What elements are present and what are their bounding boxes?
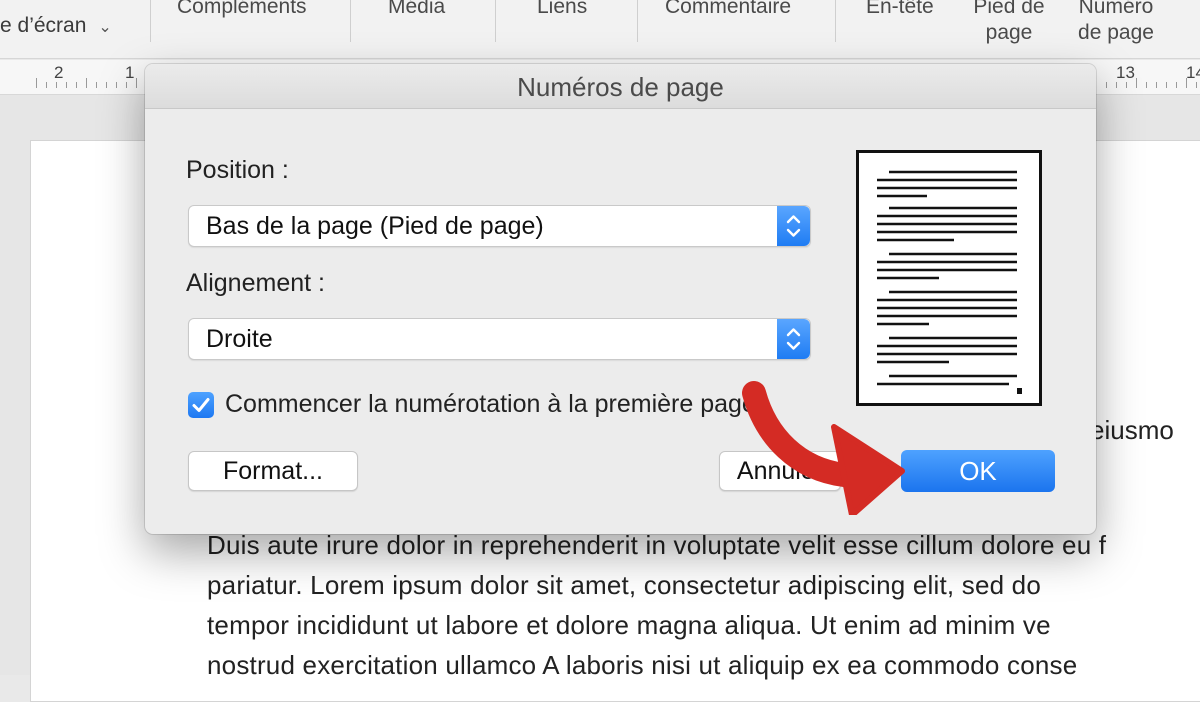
ruler-tick bbox=[96, 82, 97, 88]
dialog-title: Numéros de page bbox=[145, 64, 1096, 109]
ribbon-separator bbox=[835, 0, 836, 42]
ruler-tick bbox=[76, 82, 77, 88]
ruler-label: 14 bbox=[1186, 63, 1200, 82]
ribbon-item-links[interactable]: Liens bbox=[537, 0, 587, 20]
ribbon-separator bbox=[350, 0, 351, 42]
ribbon-item-footer[interactable]: Pied de page bbox=[964, 0, 1054, 46]
ruler-label: 2 bbox=[54, 63, 64, 82]
ruler-tick bbox=[1106, 82, 1107, 88]
position-select[interactable]: Bas de la page (Pied de page) bbox=[188, 205, 811, 247]
ruler-tick bbox=[1126, 82, 1127, 88]
ruler-tick bbox=[1156, 82, 1157, 88]
position-label: Position : bbox=[186, 156, 289, 184]
start-first-page-checkbox[interactable] bbox=[188, 392, 214, 418]
ruler-tick bbox=[106, 82, 107, 88]
page-preview-lines bbox=[877, 170, 1022, 394]
ribbon-item-complements[interactable]: Compléments bbox=[177, 0, 307, 20]
page-numbers-dialog: Numéros de page Position : Bas de la pag… bbox=[145, 64, 1096, 534]
ribbon-separator bbox=[150, 0, 151, 42]
ribbon-separator bbox=[495, 0, 496, 42]
ruler-tick bbox=[66, 82, 67, 88]
ruler-tick bbox=[1196, 82, 1197, 88]
ribbon-item-screenshot-label: e d’écran bbox=[0, 14, 87, 37]
ribbon-item-header[interactable]: En-tête bbox=[866, 0, 934, 20]
stepper-icon[interactable] bbox=[777, 206, 810, 246]
ruler-tick bbox=[36, 78, 37, 88]
ribbon-item-media[interactable]: Média bbox=[388, 0, 445, 20]
ruler-tick bbox=[116, 82, 117, 88]
ribbon-item-screenshot[interactable]: e d’écran ⌄ bbox=[0, 14, 112, 38]
ruler-tick bbox=[86, 78, 87, 88]
document-line: pariatur. Lorem ipsum dolor sit amet, co… bbox=[207, 570, 1042, 600]
ruler-tick bbox=[1146, 82, 1147, 88]
arrow-annotation-icon bbox=[742, 381, 905, 515]
page-preview bbox=[856, 150, 1042, 406]
ok-button[interactable]: OK bbox=[901, 450, 1055, 492]
position-select-value: Bas de la page (Pied de page) bbox=[206, 212, 544, 240]
ruler-tick bbox=[136, 78, 137, 88]
ribbon-item-comment[interactable]: Commentaire bbox=[665, 0, 791, 20]
ruler-tick bbox=[1166, 82, 1167, 88]
ruler-tick bbox=[126, 82, 127, 88]
ribbon-item-page-number[interactable]: Numéro de page bbox=[1066, 0, 1166, 46]
format-button[interactable]: Format... bbox=[188, 451, 358, 491]
start-first-page-label: Commencer la numérotation à la première … bbox=[225, 390, 756, 418]
alignment-label: Alignement : bbox=[186, 269, 325, 297]
ruler-tick bbox=[1186, 78, 1187, 88]
document-line: Duis aute irure dolor in reprehenderit i… bbox=[207, 530, 1107, 560]
document-line: nostrud exercitation ullamco A laboris n… bbox=[207, 650, 1078, 680]
stepper-icon[interactable] bbox=[777, 319, 810, 359]
ribbon-separator bbox=[637, 0, 638, 42]
ruler-tick bbox=[1136, 78, 1137, 88]
ribbon-toolbar: e d’écran ⌄ Compléments Média Liens Comme… bbox=[0, 0, 1200, 59]
ruler-tick bbox=[56, 82, 57, 88]
ruler-tick bbox=[1116, 82, 1117, 88]
alignment-select-value: Droite bbox=[206, 325, 273, 353]
document-line: tempor incididunt ut labore et dolore ma… bbox=[207, 610, 1051, 640]
document-text-fragment: eiusmo bbox=[1090, 415, 1174, 445]
chevron-down-icon: ⌄ bbox=[98, 19, 112, 36]
ruler-tick bbox=[1176, 82, 1177, 88]
alignment-select[interactable]: Droite bbox=[188, 318, 811, 360]
checkmark-icon bbox=[192, 398, 210, 412]
ruler-label: 13 bbox=[1116, 63, 1135, 82]
ruler-label: 1 bbox=[125, 63, 135, 82]
ruler-tick bbox=[46, 82, 47, 88]
